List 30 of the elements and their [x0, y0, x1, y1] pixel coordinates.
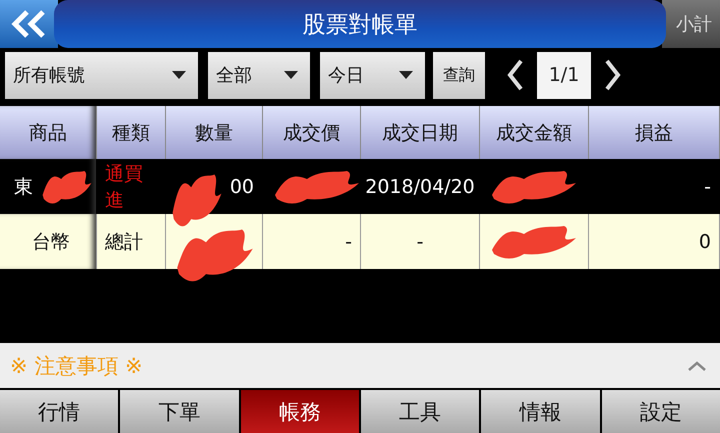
window-title: 股票對帳單 [54, 0, 666, 48]
caret-icon [284, 71, 298, 79]
table-cell-text: 台幣 [32, 230, 70, 254]
table-cell: - [345, 230, 352, 252]
chevron-up-icon[interactable] [688, 360, 706, 370]
table-cell: 2018/04/20 [365, 176, 475, 198]
table-cell: 00 [230, 176, 254, 198]
table-cell-text: 總計 [105, 230, 143, 254]
caret-icon [172, 71, 186, 79]
table-cell-text: 通買進 [105, 162, 144, 212]
next-page-icon[interactable] [605, 59, 621, 91]
dropdown[interactable]: 今日 [320, 52, 425, 98]
table-cell-text: 東 [14, 174, 33, 200]
nav-tab[interactable]: 情報 [481, 390, 600, 433]
nav-tab[interactable]: 設定 [602, 390, 720, 433]
previous-page-icon[interactable] [507, 59, 523, 91]
dropdown[interactable]: 全部 [208, 52, 310, 98]
nav-tab[interactable]: 下單 [120, 390, 239, 433]
nav-tab[interactable]: 工具 [360, 390, 480, 433]
nav-tab[interactable]: 行情 [0, 390, 118, 433]
subtotal-button[interactable]: 小計 [662, 0, 720, 48]
table-cell: 0 [698, 230, 711, 252]
caret-icon [399, 71, 413, 79]
query-button[interactable]: 查詢 [433, 52, 485, 98]
nav-tab[interactable]: 帳務 [240, 390, 359, 433]
table-cell: - [704, 176, 711, 198]
table-cell: - [416, 230, 424, 252]
dropdown[interactable]: 所有帳號 [5, 52, 198, 98]
page-indicator: 1/1 [537, 52, 591, 98]
back-button[interactable] [0, 0, 58, 48]
